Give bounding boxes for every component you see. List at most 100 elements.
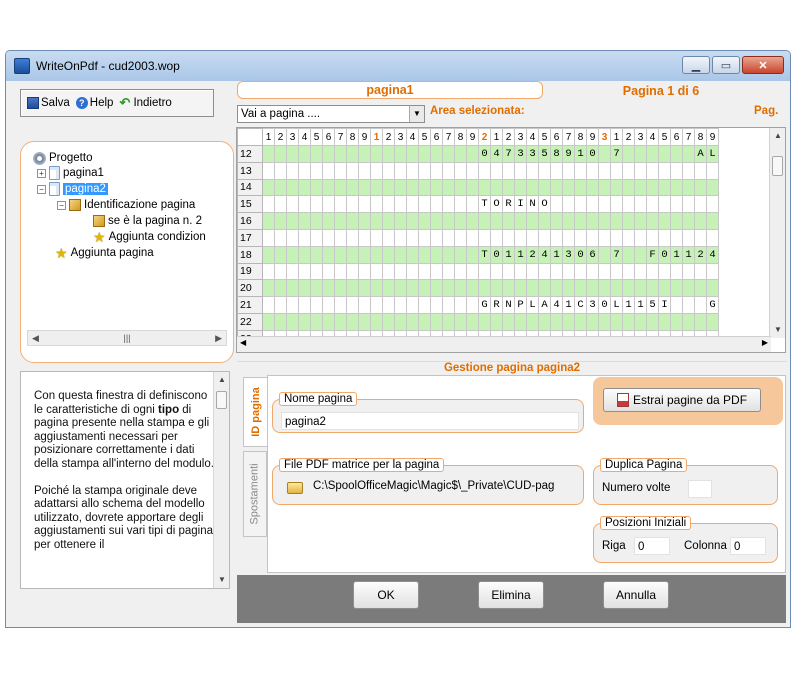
scroll-right-icon[interactable]: ▶ [215, 333, 226, 344]
grid-cell[interactable]: I [514, 195, 527, 214]
grid-cell[interactable] [298, 279, 311, 298]
grid-cell[interactable]: 2 [526, 245, 539, 264]
grid-cell[interactable] [490, 279, 503, 298]
grid-cell[interactable] [310, 296, 323, 314]
grid-cell[interactable] [694, 312, 707, 331]
grid-cell[interactable] [406, 145, 419, 163]
grid-cell[interactable]: O [490, 195, 503, 214]
grid-cell[interactable] [706, 279, 719, 298]
grid-cell[interactable] [706, 195, 719, 214]
grid-cell[interactable]: 7 [610, 245, 623, 264]
grid-cell[interactable]: 1 [550, 245, 563, 264]
grid-cell[interactable] [310, 161, 323, 180]
grid-cell[interactable]: 9 [562, 145, 575, 163]
grid-cell[interactable] [526, 262, 539, 281]
grid-cell[interactable] [490, 212, 503, 230]
grid-cell[interactable] [310, 312, 323, 331]
minimize-button[interactable]: ▁ [682, 56, 710, 74]
grid-cell[interactable] [670, 212, 683, 230]
grid-cell[interactable] [370, 228, 383, 247]
grid-cell[interactable] [634, 195, 647, 214]
grid-cell[interactable] [502, 279, 515, 298]
grid-cell[interactable] [574, 195, 587, 214]
grid-cell[interactable] [694, 161, 707, 180]
grid-cell[interactable] [394, 178, 407, 197]
grid-cell[interactable] [286, 161, 299, 180]
grid-cell[interactable]: 4 [706, 245, 719, 264]
grid-cell[interactable] [694, 228, 707, 247]
grid-cell[interactable]: 5 [646, 296, 659, 314]
grid-cell[interactable]: L [706, 145, 719, 163]
grid-cell[interactable] [550, 279, 563, 298]
grid-cell[interactable] [670, 262, 683, 281]
grid-cell[interactable] [334, 178, 347, 197]
grid-cell[interactable] [454, 296, 467, 314]
grid-cell[interactable] [694, 178, 707, 197]
grid-cell[interactable] [442, 195, 455, 214]
grid-cell[interactable] [322, 245, 335, 264]
grid-cell[interactable] [550, 312, 563, 331]
grid-cell[interactable] [298, 245, 311, 264]
grid-cell[interactable] [646, 212, 659, 230]
grid-cell[interactable] [466, 262, 479, 281]
grid-cell[interactable] [682, 161, 695, 180]
grid-cell[interactable] [454, 279, 467, 298]
grid-cell[interactable]: A [538, 296, 551, 314]
times-input[interactable] [688, 480, 712, 498]
grid-cell[interactable] [322, 161, 335, 180]
scroll-down-icon[interactable]: ▼ [214, 572, 229, 588]
grid-cell[interactable] [622, 145, 635, 163]
grid-cell[interactable] [598, 178, 611, 197]
grid-cell[interactable] [334, 296, 347, 314]
grid-cell[interactable] [682, 212, 695, 230]
page-name-input[interactable]: pagina2 [281, 412, 579, 430]
grid-cell[interactable] [358, 145, 371, 163]
grid-cell[interactable] [298, 312, 311, 331]
grid-cell[interactable] [430, 296, 443, 314]
grid-cell[interactable] [454, 228, 467, 247]
grid-cell[interactable] [562, 178, 575, 197]
grid-cell[interactable] [298, 262, 311, 281]
grid-cell[interactable] [382, 195, 395, 214]
grid-cell[interactable] [418, 312, 431, 331]
grid-cell[interactable] [382, 145, 395, 163]
back-button[interactable]: ↶ Indietro [119, 96, 171, 109]
grid-cell[interactable]: 1 [514, 245, 527, 264]
grid-cell[interactable] [430, 228, 443, 247]
grid-cell[interactable] [382, 296, 395, 314]
grid-cell[interactable] [406, 312, 419, 331]
grid-cell[interactable] [658, 312, 671, 331]
grid-cell[interactable] [442, 262, 455, 281]
grid-cell[interactable] [634, 228, 647, 247]
grid-cell[interactable] [622, 228, 635, 247]
grid-cell[interactable] [310, 262, 323, 281]
grid-cell[interactable] [286, 178, 299, 197]
grid-cell[interactable] [394, 312, 407, 331]
grid-cell[interactable] [430, 212, 443, 230]
grid-cell[interactable] [514, 312, 527, 331]
grid-cell[interactable] [442, 161, 455, 180]
grid-cell[interactable] [598, 312, 611, 331]
grid-cell[interactable] [682, 228, 695, 247]
grid-cell[interactable]: 1 [670, 245, 683, 264]
grid-cell[interactable] [466, 245, 479, 264]
grid-cell[interactable] [670, 178, 683, 197]
grid-cell[interactable] [586, 161, 599, 180]
grid-cell[interactable]: 3 [526, 145, 539, 163]
grid-cell[interactable] [370, 245, 383, 264]
grid-cell[interactable] [286, 279, 299, 298]
scroll-down-icon[interactable]: ▼ [770, 322, 785, 338]
grid-cell[interactable] [358, 296, 371, 314]
tree-item-page1[interactable]: + pagina1 [37, 165, 104, 181]
grid-cell[interactable] [382, 245, 395, 264]
tab-moves[interactable]: Spostamenti [243, 451, 267, 537]
grid-cell[interactable] [706, 212, 719, 230]
grid-cell[interactable] [346, 312, 359, 331]
grid-cell[interactable] [526, 178, 539, 197]
grid-cell[interactable] [454, 195, 467, 214]
grid-cell[interactable] [298, 212, 311, 230]
grid-cell[interactable]: P [514, 296, 527, 314]
grid-cell[interactable] [610, 228, 623, 247]
grid-cell[interactable] [562, 161, 575, 180]
grid-cell[interactable] [406, 228, 419, 247]
